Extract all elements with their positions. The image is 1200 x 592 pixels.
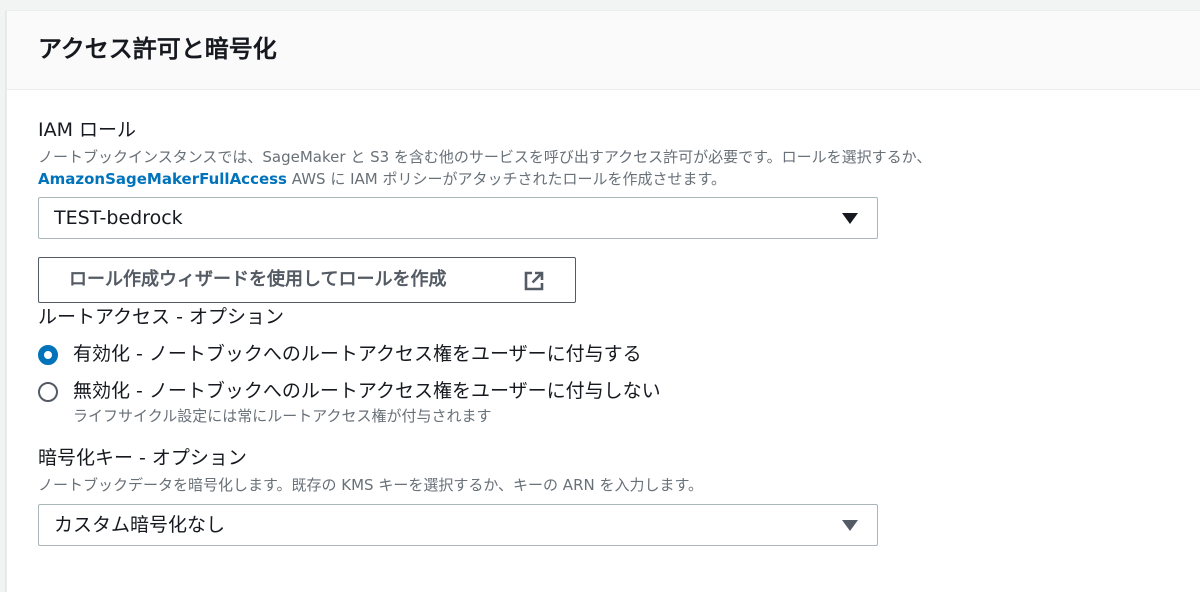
root-access-disable-description: ライフサイクル設定には常にルートアクセス権が付与されます [73, 407, 492, 425]
external-link-icon [524, 271, 544, 291]
root-access-label: ルートアクセス - オプション [38, 306, 284, 328]
iam-role-description-line2: AmazonSageMakerFullAccess AWS に IAM ポリシー… [38, 168, 726, 190]
iam-role-select[interactable]: TEST-bedrock [38, 197, 878, 239]
panel-title: アクセス許可と暗号化 [38, 35, 277, 63]
iam-role-description-line1: ノートブックインスタンスでは、SageMaker と S3 を含む他のサービスを… [38, 148, 932, 166]
create-role-button-label: ロール作成ウィザードを使用してロールを作成 [69, 269, 447, 290]
root-access-enable-label[interactable]: 有効化 - ノートブックへのルートアクセス権をユーザーに付与する [73, 341, 642, 367]
create-role-wizard-button[interactable]: ロール作成ウィザードを使用してロールを作成 [38, 257, 576, 303]
caret-down-icon [842, 213, 858, 224]
amazon-sagemaker-full-access-link[interactable]: AmazonSageMakerFullAccess [38, 170, 287, 188]
root-access-disable-radio[interactable] [38, 382, 58, 402]
root-access-enable-radio[interactable] [38, 345, 58, 365]
caret-down-icon [842, 520, 858, 531]
iam-role-description-rest: AWS に IAM ポリシーがアタッチされたロールを作成させます。 [287, 170, 726, 188]
encryption-key-description: ノートブックデータを暗号化します。既存の KMS キーを選択するか、キーの AR… [38, 476, 703, 494]
panel-header: アクセス許可と暗号化 [7, 11, 1200, 90]
root-access-disable-label[interactable]: 無効化 - ノートブックへのルートアクセス権をユーザーに付与しない [73, 378, 661, 404]
encryption-key-selected-value: カスタム暗号化なし [54, 514, 226, 536]
iam-role-selected-value: TEST-bedrock [54, 207, 183, 229]
permissions-encryption-panel: アクセス許可と暗号化 IAM ロール ノートブックインスタンスでは、SageMa… [6, 10, 1200, 592]
iam-role-label: IAM ロール [38, 119, 137, 141]
encryption-key-label: 暗号化キー - オプション [38, 447, 247, 469]
encryption-key-select[interactable]: カスタム暗号化なし [38, 504, 878, 546]
